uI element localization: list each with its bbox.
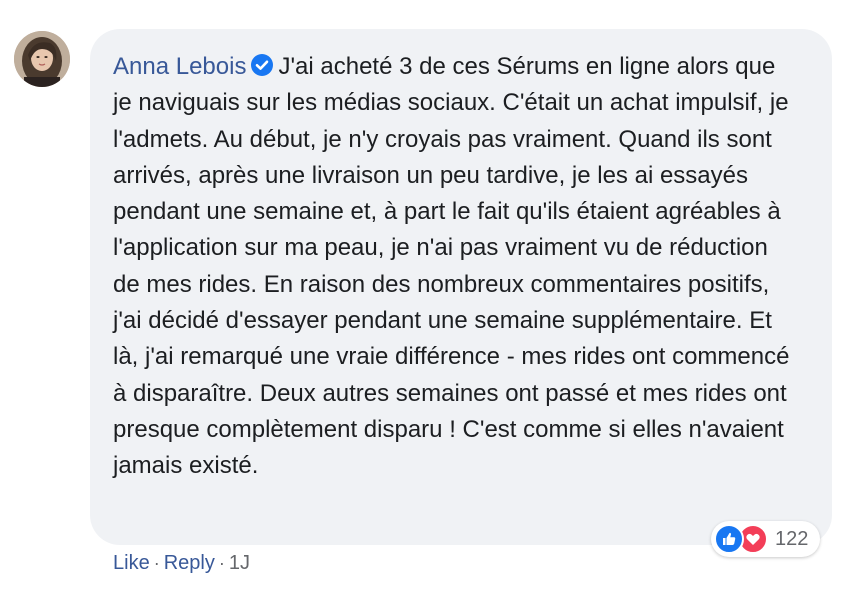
comment-bubble: Anna Lebois J'ai acheté 3 de ces Sérums e… xyxy=(90,29,832,545)
author-name[interactable]: Anna Lebois xyxy=(113,53,246,80)
like-link[interactable]: Like xyxy=(113,552,150,575)
reactions-summary[interactable]: 122 xyxy=(711,521,821,557)
action-separator: · xyxy=(218,553,225,573)
avatar-image xyxy=(14,31,70,87)
like-icon xyxy=(714,524,744,554)
comment-text: J'ai acheté 3 de ces Sérums en ligne alo… xyxy=(113,53,790,480)
comment-body: Anna Lebois J'ai acheté 3 de ces Sérums e… xyxy=(113,49,796,485)
comment: Anna Lebois J'ai acheté 3 de ces Sérums e… xyxy=(0,0,865,589)
comment-actions: Like · Reply · 1J xyxy=(113,552,250,575)
avatar[interactable] xyxy=(14,31,70,87)
reply-link[interactable]: Reply xyxy=(164,552,215,575)
timestamp[interactable]: 1J xyxy=(229,552,250,575)
verified-badge-icon xyxy=(250,53,274,77)
action-separator: · xyxy=(153,553,160,573)
reaction-count: 122 xyxy=(775,527,809,550)
